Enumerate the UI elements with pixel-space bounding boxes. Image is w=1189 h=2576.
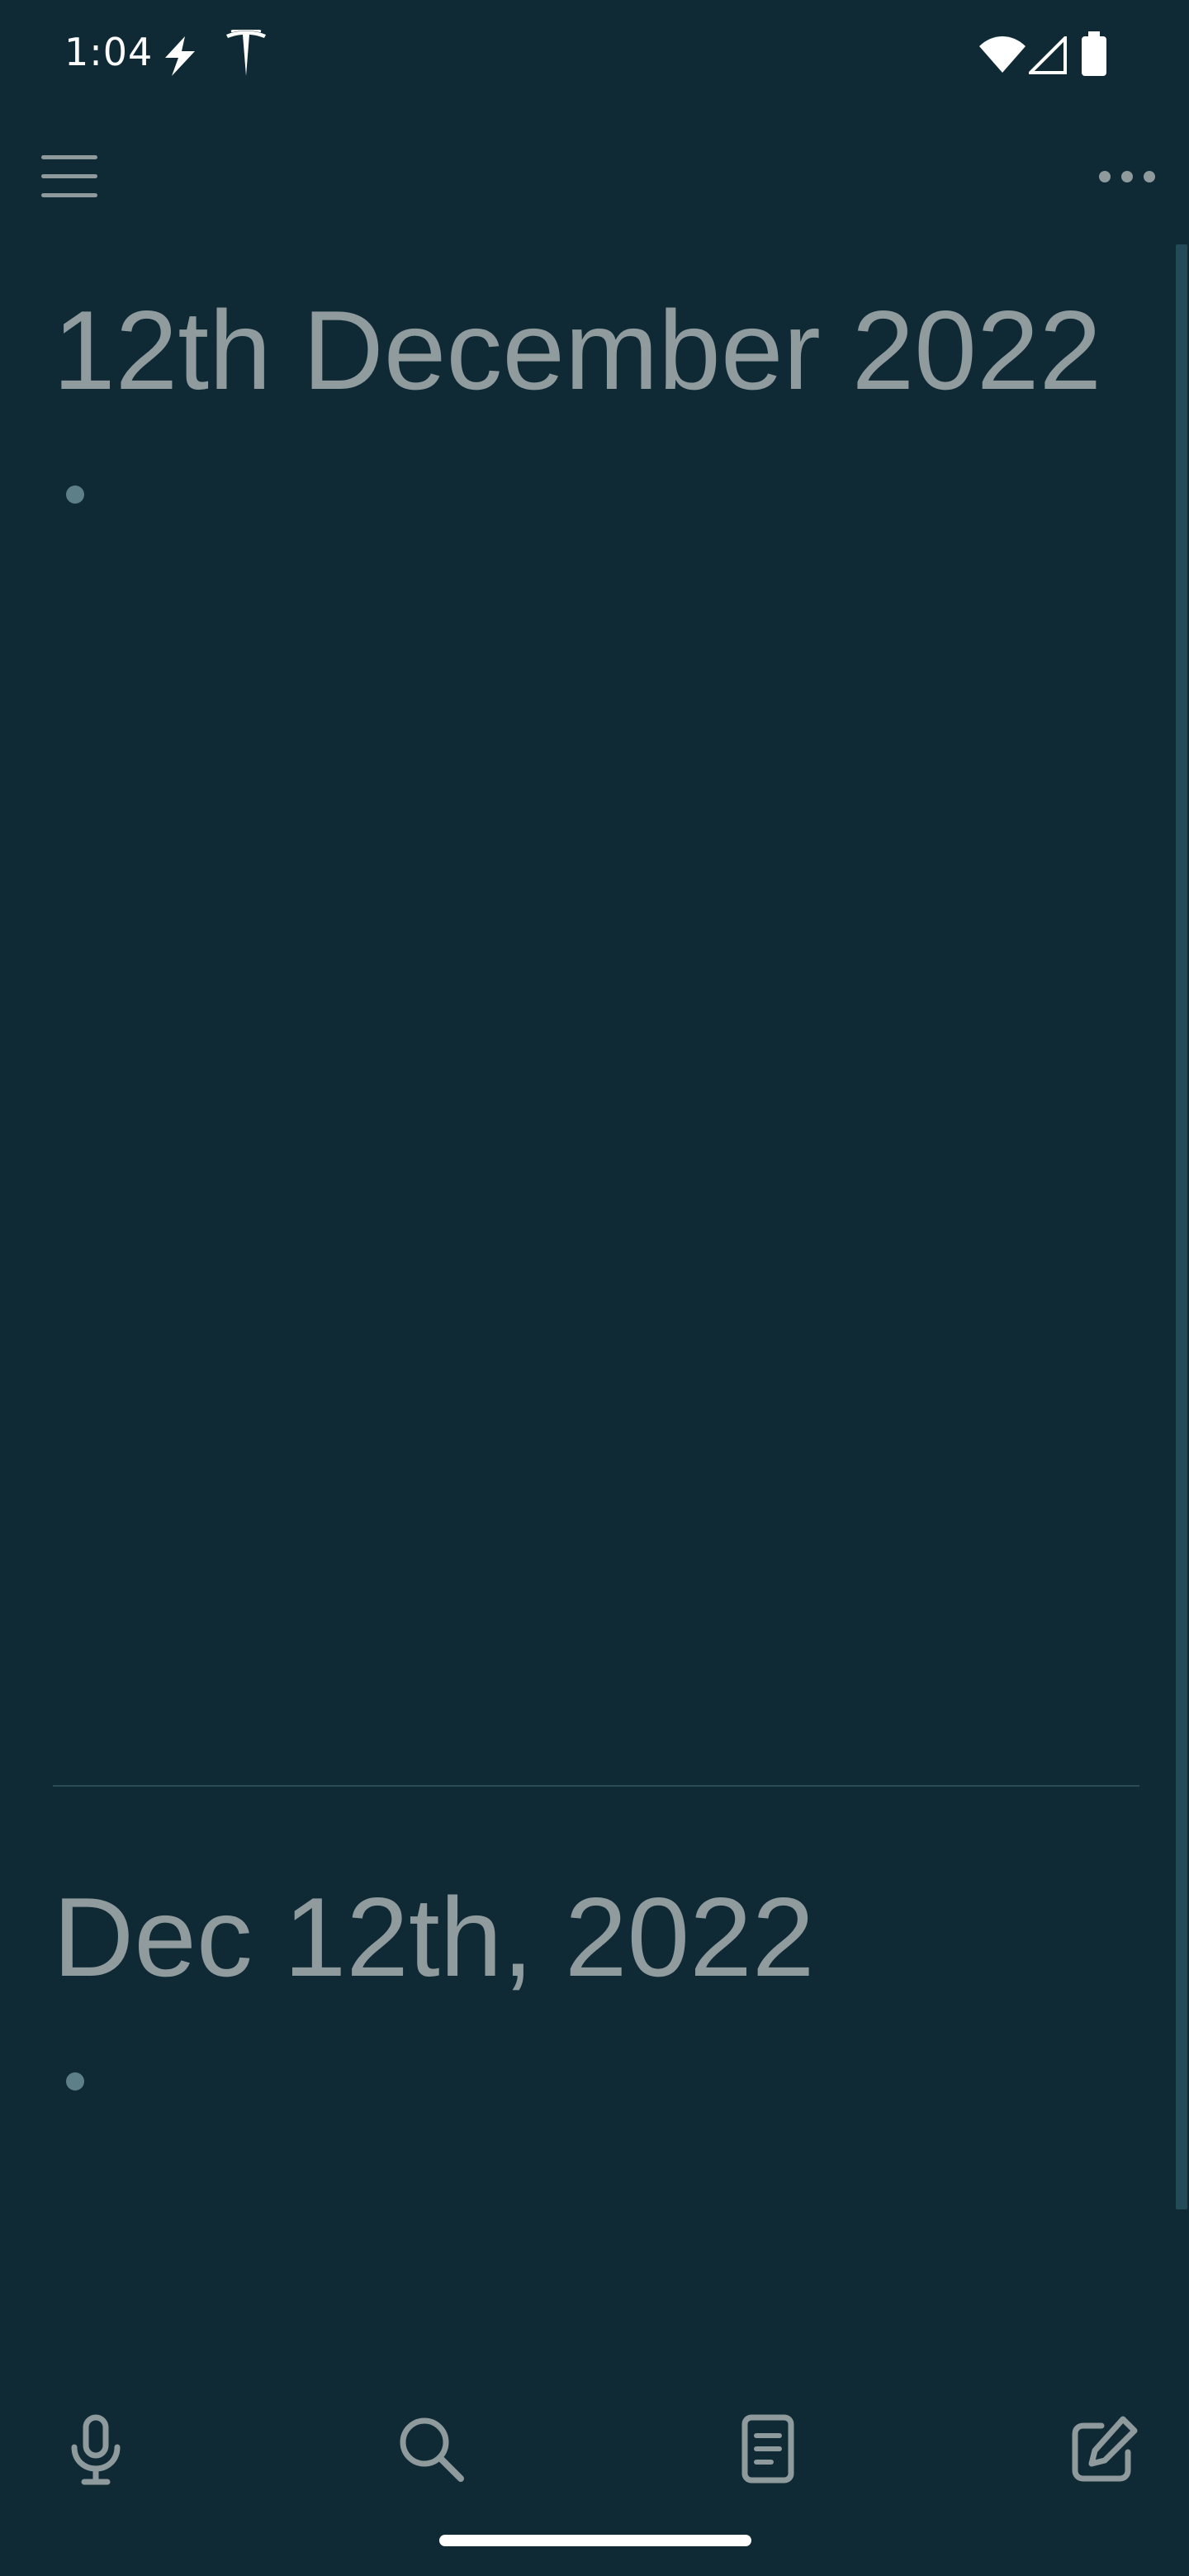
tesla-icon [226,30,266,76]
journal-title[interactable]: 12th December 2022 [53,294,1101,406]
status-time: 1:04 [64,30,154,74]
bolt-icon [165,36,195,76]
edit-icon [1072,2416,1138,2482]
journal-title[interactable]: Dec 12th, 2022 [53,1881,814,1993]
search-button[interactable] [391,2409,471,2488]
status-bar: 1:04 [0,0,1189,107]
block-bullet[interactable] [66,485,84,504]
edit-button[interactable] [1065,2409,1144,2488]
signal-icon [1029,36,1067,74]
wifi-icon [979,36,1026,73]
hamburger-menu-icon [41,155,97,197]
voice-input-button[interactable] [56,2409,135,2488]
search-icon [400,2417,464,2482]
page-button[interactable] [728,2409,808,2488]
microphone-icon [71,2414,121,2485]
home-indicator[interactable] [439,2535,751,2546]
page-icon [741,2414,794,2484]
scrollbar[interactable] [1176,244,1189,2209]
menu-button[interactable] [33,140,107,215]
scrollbar-thumb[interactable] [1176,244,1187,2209]
battery-icon [1082,31,1106,76]
app-screen: 1:04 12th December 2022 Dec 12th, 2022 [0,0,1189,2576]
more-options-button[interactable] [1090,157,1164,200]
block-bullet[interactable] [66,2072,84,2091]
more-horizontal-icon [1099,171,1155,182]
journal-divider [53,1785,1139,1787]
